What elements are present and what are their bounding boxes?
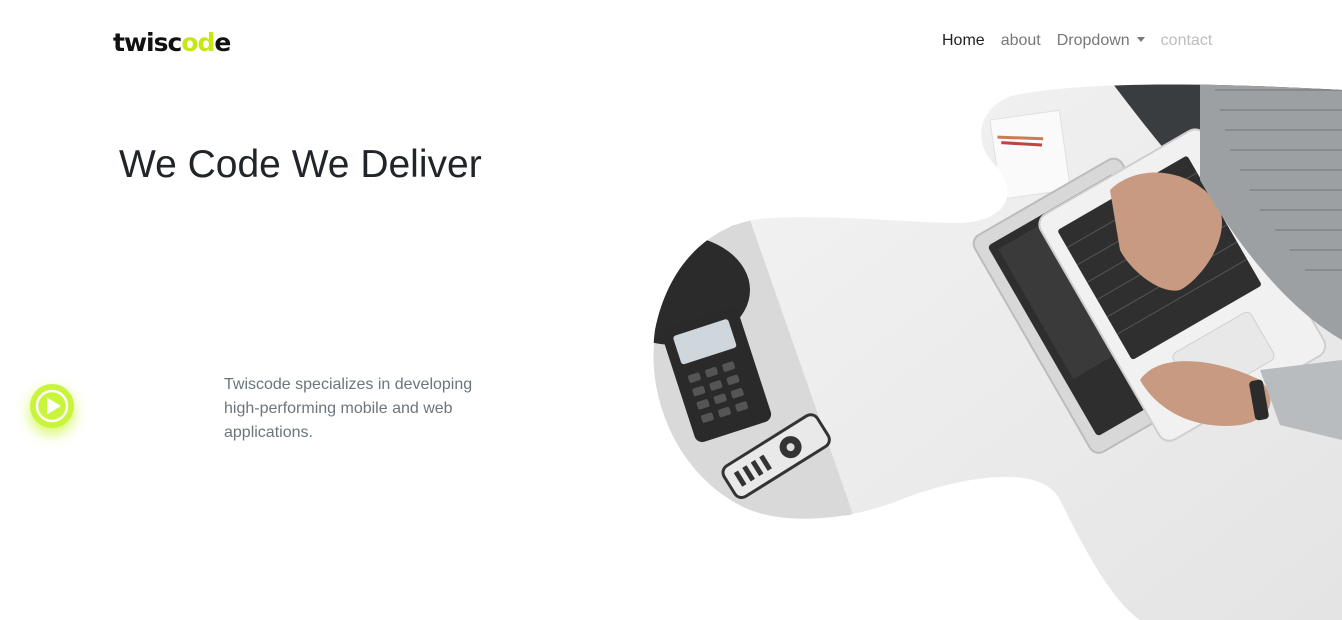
landing-page: twiscode Home about Dropdown contact We … xyxy=(0,0,1342,620)
nav-dropdown-label: Dropdown xyxy=(1056,32,1130,49)
nav-home-link[interactable]: Home xyxy=(942,30,985,52)
hero-image xyxy=(653,84,1342,620)
hero-title: We Code We Deliver xyxy=(119,143,482,186)
nav-contact-link[interactable]: contact xyxy=(1161,30,1213,52)
hero-description: Twiscode specializes in developing high-… xyxy=(224,376,473,441)
main-nav: Home about Dropdown contact xyxy=(942,30,1212,52)
play-video-button[interactable] xyxy=(30,384,74,428)
play-icon xyxy=(35,389,69,423)
nav-dropdown-toggle[interactable]: Dropdown xyxy=(1057,30,1145,52)
brand-logo[interactable]: twiscode xyxy=(113,26,231,60)
nav-about-link[interactable]: about xyxy=(1001,30,1041,52)
caret-down-icon xyxy=(1136,37,1145,42)
